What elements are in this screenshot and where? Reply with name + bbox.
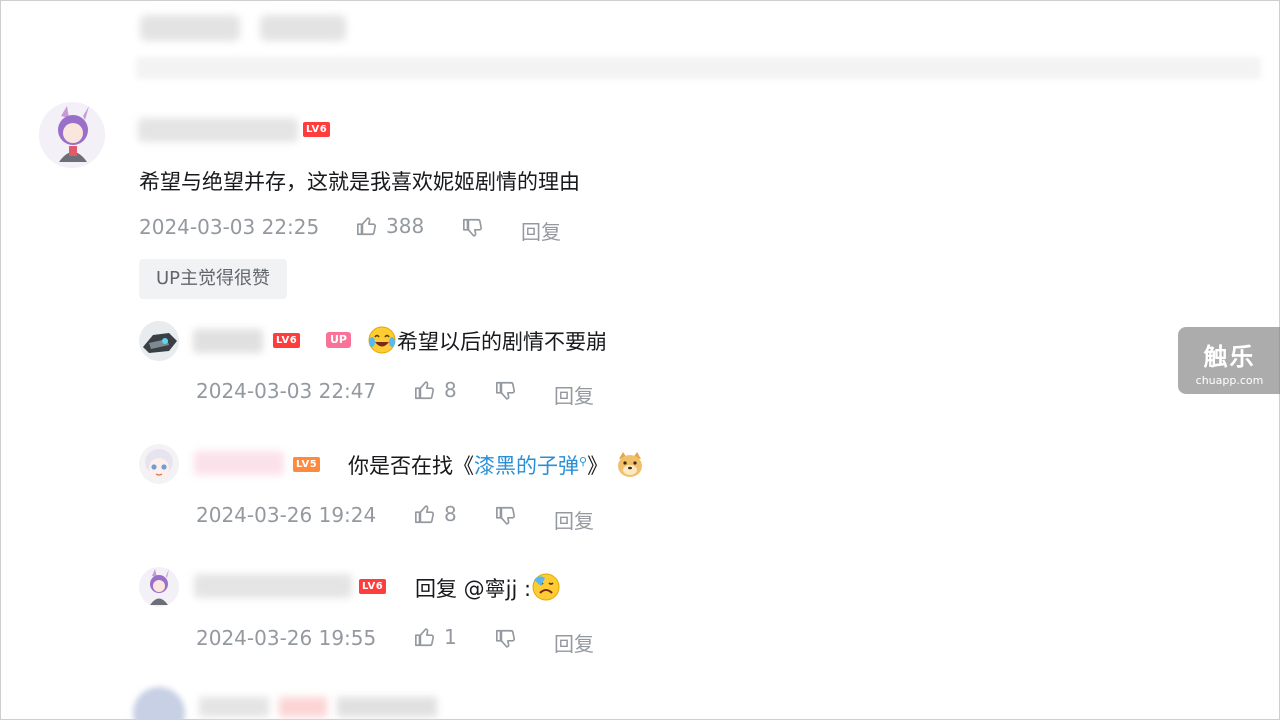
thumbs-down-icon xyxy=(496,381,515,400)
reply-text: 希望以后的剧情不要崩 xyxy=(367,325,607,356)
crying-laughing-emoji xyxy=(368,326,396,354)
thumbs-up-icon xyxy=(357,217,376,236)
reply-text: 你是否在找《漆黑的子弹⚲》 xyxy=(348,449,645,480)
watermark-url: chuapp.com xyxy=(1195,374,1264,387)
search-link[interactable]: 漆黑的子弹 xyxy=(474,454,579,478)
reply-button[interactable]: 回复 xyxy=(554,380,594,409)
thumbs-up-icon xyxy=(415,505,434,524)
like-button[interactable]: 388 xyxy=(356,214,424,238)
reply-text-prefix: 你是否在找《 xyxy=(348,454,474,478)
reply-button[interactable]: 回复 xyxy=(521,216,561,245)
blurred-username xyxy=(199,697,269,717)
avatar-image xyxy=(139,567,179,607)
blurred-next-comment xyxy=(131,683,451,720)
reply-button[interactable]: 回复 xyxy=(554,628,594,657)
up-liked-tag: UP主觉得很赞 xyxy=(139,259,287,299)
site-watermark: 触乐 chuapp.com xyxy=(1178,327,1280,394)
username-blurred[interactable] xyxy=(138,118,298,142)
reply-time: 2024-03-26 19:24 xyxy=(196,503,377,527)
avatar-image xyxy=(39,102,105,168)
blurred-text xyxy=(337,697,437,717)
comment-text: 希望与绝望并存，这就是我喜欢妮姬剧情的理由 xyxy=(139,170,580,194)
avatar-image xyxy=(139,321,179,361)
dislike-button[interactable] xyxy=(495,505,517,527)
level-badge: LV6 xyxy=(359,579,387,594)
blurred-previous-content xyxy=(136,7,1261,79)
level-badge: LV5 xyxy=(293,457,321,472)
thumbs-up-icon xyxy=(415,628,434,647)
like-button[interactable]: 8 xyxy=(414,378,457,402)
comment-time: 2024-03-03 22:25 xyxy=(139,215,320,239)
blurred-text xyxy=(140,15,240,41)
level-badge: LV6 xyxy=(303,122,331,137)
blurred-avatar xyxy=(133,687,185,720)
doge-emoji xyxy=(617,452,642,477)
avatar[interactable] xyxy=(139,321,179,361)
dislike-button[interactable] xyxy=(495,628,517,650)
thumbs-up-icon xyxy=(415,381,434,400)
avatar[interactable] xyxy=(39,102,105,168)
like-button[interactable]: 8 xyxy=(414,502,457,526)
watermark-title: 触乐 xyxy=(1203,343,1256,371)
thumbs-down-icon xyxy=(463,218,482,237)
reply-button[interactable]: 回复 xyxy=(554,505,594,534)
reply-text-content: 回复 @寧jj : xyxy=(415,577,532,601)
blurred-badge xyxy=(279,697,327,717)
avatar-image xyxy=(139,444,179,484)
thumbs-down-icon xyxy=(496,506,515,525)
username-blurred[interactable] xyxy=(194,451,284,475)
crying-emoji xyxy=(532,573,560,601)
dislike-button[interactable] xyxy=(462,217,484,239)
reply-text-suffix: 》 xyxy=(587,454,609,478)
like-count: 8 xyxy=(444,378,457,402)
like-button[interactable]: 1 xyxy=(414,625,457,649)
up-badge: UP xyxy=(326,332,351,348)
like-count: 8 xyxy=(444,502,457,526)
reply-text: 回复 @寧jj : xyxy=(415,572,561,603)
avatar[interactable] xyxy=(139,567,179,607)
username-blurred[interactable] xyxy=(193,329,263,353)
reply-time: 2024-03-26 19:55 xyxy=(196,626,377,650)
like-count: 388 xyxy=(386,214,425,238)
thumbs-down-icon xyxy=(496,629,515,648)
reply-time: 2024-03-03 22:47 xyxy=(196,379,377,403)
avatar[interactable] xyxy=(139,444,179,484)
like-count: 1 xyxy=(444,625,457,649)
username-blurred[interactable] xyxy=(194,574,352,598)
search-icon[interactable]: ⚲ xyxy=(579,455,587,468)
level-badge: LV6 xyxy=(273,333,301,348)
blurred-text xyxy=(260,15,346,41)
dislike-button[interactable] xyxy=(495,380,517,402)
blurred-divider xyxy=(136,57,1261,79)
reply-text-content: 希望以后的剧情不要崩 xyxy=(397,330,607,354)
